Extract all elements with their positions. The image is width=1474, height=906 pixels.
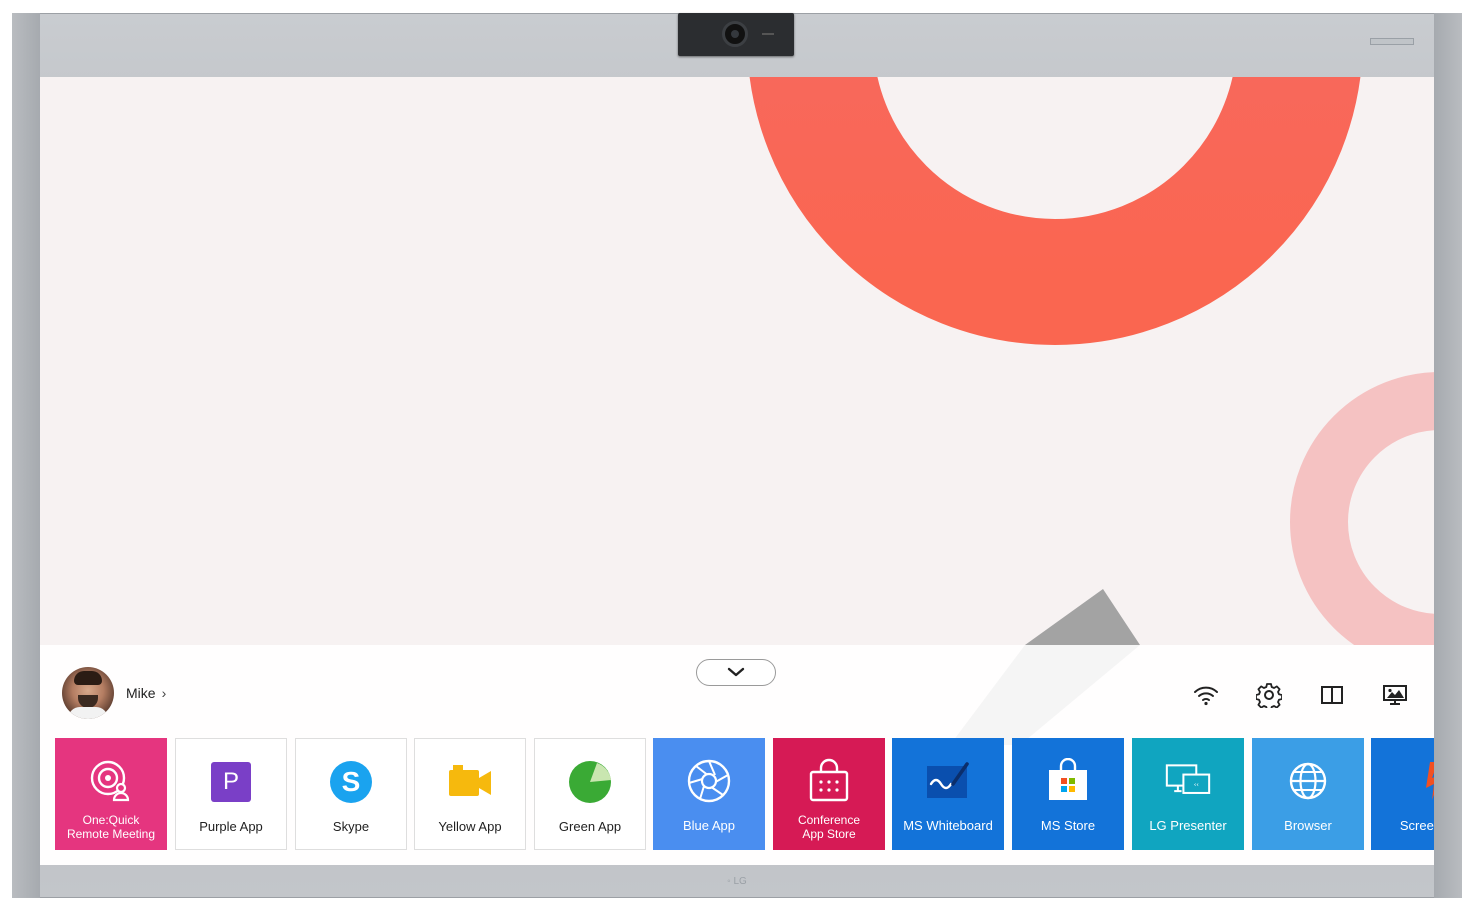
- svg-text:‹‹: ‹‹: [1194, 781, 1199, 789]
- pink-ring-shape: [1290, 372, 1434, 645]
- split-screen-icon[interactable]: [1316, 679, 1348, 711]
- user-profile[interactable]: Mike ›: [62, 667, 166, 719]
- app-tile-yellow-app[interactable]: Yellow App: [414, 738, 526, 850]
- app-label: Purple App: [199, 819, 263, 834]
- red-ring-shape: [749, 77, 1361, 345]
- camera-indicator: [762, 33, 774, 35]
- app-tile-browser[interactable]: Browser: [1252, 738, 1364, 850]
- dock-decoration: [950, 645, 1140, 745]
- user-name: Mike: [126, 685, 156, 701]
- video-camera-icon: [447, 759, 493, 805]
- screen-share-icon[interactable]: [1379, 679, 1411, 711]
- skype-icon: S: [328, 759, 374, 805]
- settings-icon[interactable]: [1253, 679, 1285, 711]
- collapse-dock-button[interactable]: [696, 659, 776, 686]
- app-label: Yellow App: [438, 819, 502, 834]
- app-label: Browser: [1284, 818, 1332, 833]
- screen-cast-icon: [1404, 758, 1434, 804]
- aperture-icon: [686, 758, 732, 804]
- webcam: [678, 13, 794, 56]
- presenter-icon: ‹‹: [1165, 758, 1211, 804]
- bezel-right: [1434, 13, 1462, 898]
- avatar: [62, 667, 114, 719]
- camera-lens-icon: [722, 21, 748, 47]
- app-label: One:Quick Remote Meeting: [66, 813, 156, 841]
- app-tile-blue-app[interactable]: Blue App: [653, 738, 765, 850]
- app-label: LG Presenter: [1149, 818, 1227, 833]
- app-tile-ms-whiteboard[interactable]: MS Whiteboard: [892, 738, 1004, 850]
- status-bar: [1190, 679, 1411, 711]
- purple-p-icon: P: [208, 759, 254, 805]
- chevron-right-icon: ›: [161, 685, 167, 701]
- app-tile-skype[interactable]: S Skype: [295, 738, 407, 850]
- bezel-sensor: [1370, 38, 1414, 45]
- app-label: Conference App Store: [797, 813, 861, 841]
- app-tile-ms-store[interactable]: MS Store: [1012, 738, 1124, 850]
- ms-store-icon: [1045, 758, 1091, 804]
- shopping-bag-icon: [806, 758, 852, 804]
- meeting-icon: [88, 758, 134, 804]
- app-label: Green App: [558, 819, 622, 834]
- app-label: MS Whiteboard: [903, 818, 993, 833]
- chevron-down-icon: [727, 664, 745, 682]
- whiteboard-icon: [925, 758, 971, 804]
- app-label: Skype: [332, 819, 370, 834]
- app-tile-purple-app[interactable]: P Purple App: [175, 738, 287, 850]
- gray-triangle-shape: [1025, 589, 1140, 645]
- green-circle-icon: [567, 759, 613, 805]
- wifi-icon[interactable]: [1190, 679, 1222, 711]
- app-tile-lg-presenter[interactable]: ‹‹ LG Presenter: [1132, 738, 1244, 850]
- app-dock: Mike › One:Quick Remote Meeting P Purple…: [40, 645, 1434, 865]
- bezel-left: [12, 13, 40, 898]
- wallpaper-decoration: [749, 77, 1434, 645]
- app-label: Blue App: [682, 818, 736, 833]
- globe-icon: [1285, 758, 1331, 804]
- app-tile-green-app[interactable]: Green App: [534, 738, 646, 850]
- app-tile-screen-cast[interactable]: Screen C: [1371, 738, 1434, 850]
- app-label: Screen C: [1399, 818, 1434, 833]
- brand-logo: ◦ LG: [727, 876, 747, 887]
- app-tile-one-quick[interactable]: One:Quick Remote Meeting: [55, 738, 167, 850]
- app-label: MS Store: [1040, 818, 1096, 833]
- app-tile-conference-app-store[interactable]: Conference App Store: [773, 738, 885, 850]
- app-launcher-row: One:Quick Remote Meeting P Purple App S S…: [55, 738, 1434, 851]
- home-screen: Mike › One:Quick Remote Meeting P Purple…: [40, 77, 1434, 865]
